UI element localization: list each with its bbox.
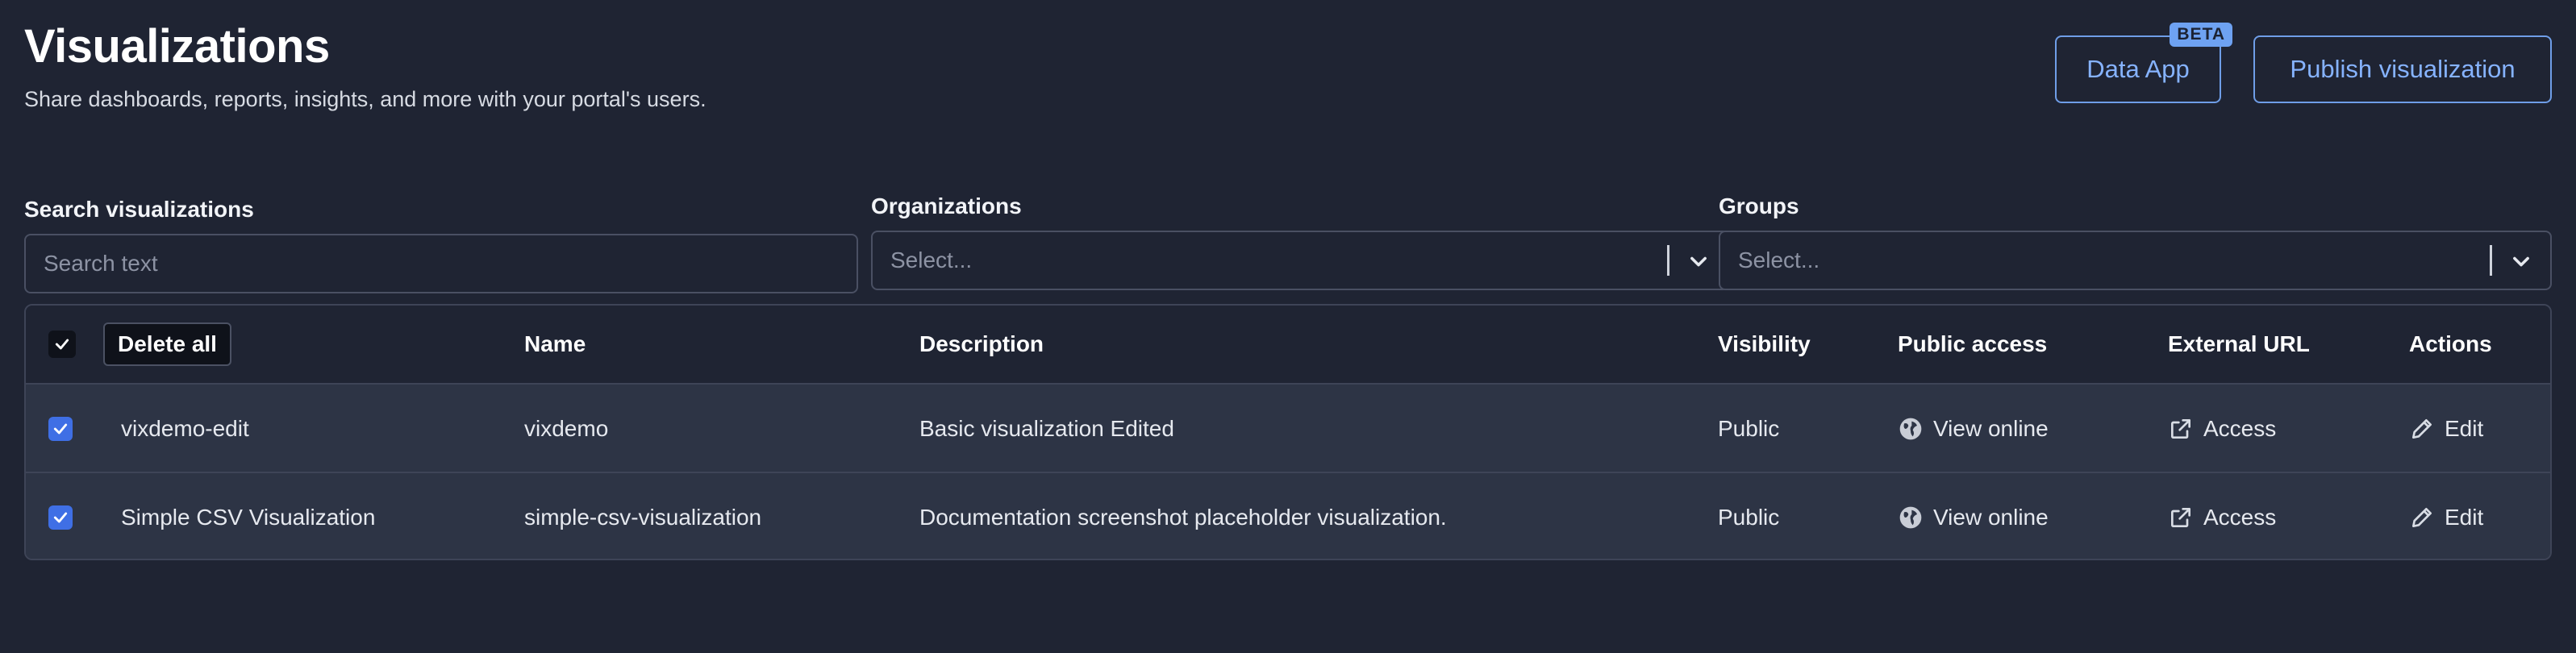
- row-description: Documentation screenshot placeholder vis…: [919, 505, 1447, 530]
- organizations-placeholder: Select...: [890, 247, 973, 272]
- view-online-link[interactable]: View online: [1898, 416, 2049, 442]
- page-subtitle: Share dashboards, reports, insights, and…: [24, 87, 707, 111]
- groups-filter: Groups Select...: [1719, 193, 2552, 290]
- edit-label: Edit: [2445, 416, 2484, 441]
- row-name: simple-csv-visualization: [524, 505, 762, 530]
- edit-label: Edit: [2445, 505, 2484, 530]
- visualizations-table: Delete all Name Description Visibility P…: [24, 304, 2552, 560]
- search-placeholder: Search text: [44, 251, 158, 276]
- header-actions: Data App BETA Publish visualization: [2055, 23, 2552, 103]
- table-row: Simple CSV Visualization simple-csv-visu…: [26, 472, 2550, 559]
- column-header-description[interactable]: Description: [919, 331, 1044, 357]
- publish-visualization-button[interactable]: Publish visualization: [2253, 35, 2552, 103]
- table-row: vixdemo-edit vixdemo Basic visualization…: [26, 383, 2550, 473]
- pencil-icon: [2412, 508, 2432, 527]
- view-online-label: View online: [1933, 505, 2049, 530]
- row-checkbox[interactable]: [48, 505, 73, 530]
- row-visibility: Public: [1718, 416, 1780, 441]
- check-icon: [55, 339, 69, 350]
- chevron-down-icon[interactable]: [1687, 250, 1710, 272]
- select-divider: [2490, 245, 2492, 276]
- column-header-external-url[interactable]: External URL: [2168, 331, 2310, 357]
- search-filter: Search visualizations Search text: [24, 197, 858, 293]
- row-description: Basic visualization Edited: [919, 416, 1174, 441]
- data-app-button[interactable]: Data App BETA: [2055, 23, 2232, 103]
- delete-all-button[interactable]: Delete all: [103, 322, 231, 366]
- row-title: vixdemo-edit: [121, 416, 249, 441]
- page-title: Visualizations: [24, 20, 330, 73]
- external-access-link[interactable]: Access: [2168, 505, 2276, 530]
- external-access-link[interactable]: Access: [2168, 416, 2276, 442]
- edit-button[interactable]: Edit: [2409, 505, 2483, 530]
- column-header-public-access[interactable]: Public access: [1898, 331, 2047, 357]
- groups-placeholder: Select...: [1738, 247, 1820, 272]
- organizations-filter: Organizations Select...: [871, 193, 1729, 290]
- external-link-icon: [2171, 419, 2190, 439]
- table-header-row: Delete all Name Description Visibility P…: [26, 306, 2550, 383]
- row-name: vixdemo: [524, 416, 609, 441]
- organizations-select[interactable]: Select...: [871, 231, 1729, 290]
- row-checkbox[interactable]: [48, 417, 73, 441]
- page-header: Visualizations Share dashboards, reports…: [24, 16, 707, 112]
- groups-select[interactable]: Select...: [1719, 231, 2552, 290]
- filters-bar: Search visualizations Search text Organi…: [24, 190, 2552, 295]
- groups-label: Groups: [1719, 193, 1799, 218]
- search-input[interactable]: Search text: [24, 234, 858, 293]
- pencil-icon: [2412, 419, 2432, 439]
- column-header-name[interactable]: Name: [524, 331, 586, 357]
- select-all-checkbox[interactable]: [48, 331, 76, 358]
- globe-icon: [1899, 418, 1922, 440]
- column-header-actions: Actions: [2409, 331, 2492, 356]
- external-link-icon: [2171, 508, 2190, 527]
- access-label: Access: [2203, 416, 2277, 441]
- data-app-label: Data App: [2086, 55, 2190, 83]
- check-icon: [53, 512, 68, 523]
- globe-icon: [1899, 506, 1922, 529]
- select-divider: [1667, 245, 1669, 276]
- beta-badge: BETA: [2170, 23, 2232, 47]
- edit-button[interactable]: Edit: [2409, 416, 2483, 442]
- publish-visualization-label: Publish visualization: [2290, 55, 2516, 83]
- check-icon: [53, 423, 68, 435]
- chevron-down-icon[interactable]: [2510, 250, 2532, 272]
- row-title: Simple CSV Visualization: [121, 505, 376, 530]
- column-header-visibility[interactable]: Visibility: [1718, 331, 1811, 357]
- search-label: Search visualizations: [24, 197, 254, 222]
- row-visibility: Public: [1718, 505, 1780, 530]
- organizations-label: Organizations: [871, 193, 1022, 218]
- view-online-label: View online: [1933, 416, 2049, 441]
- access-label: Access: [2203, 505, 2277, 530]
- view-online-link[interactable]: View online: [1898, 505, 2049, 530]
